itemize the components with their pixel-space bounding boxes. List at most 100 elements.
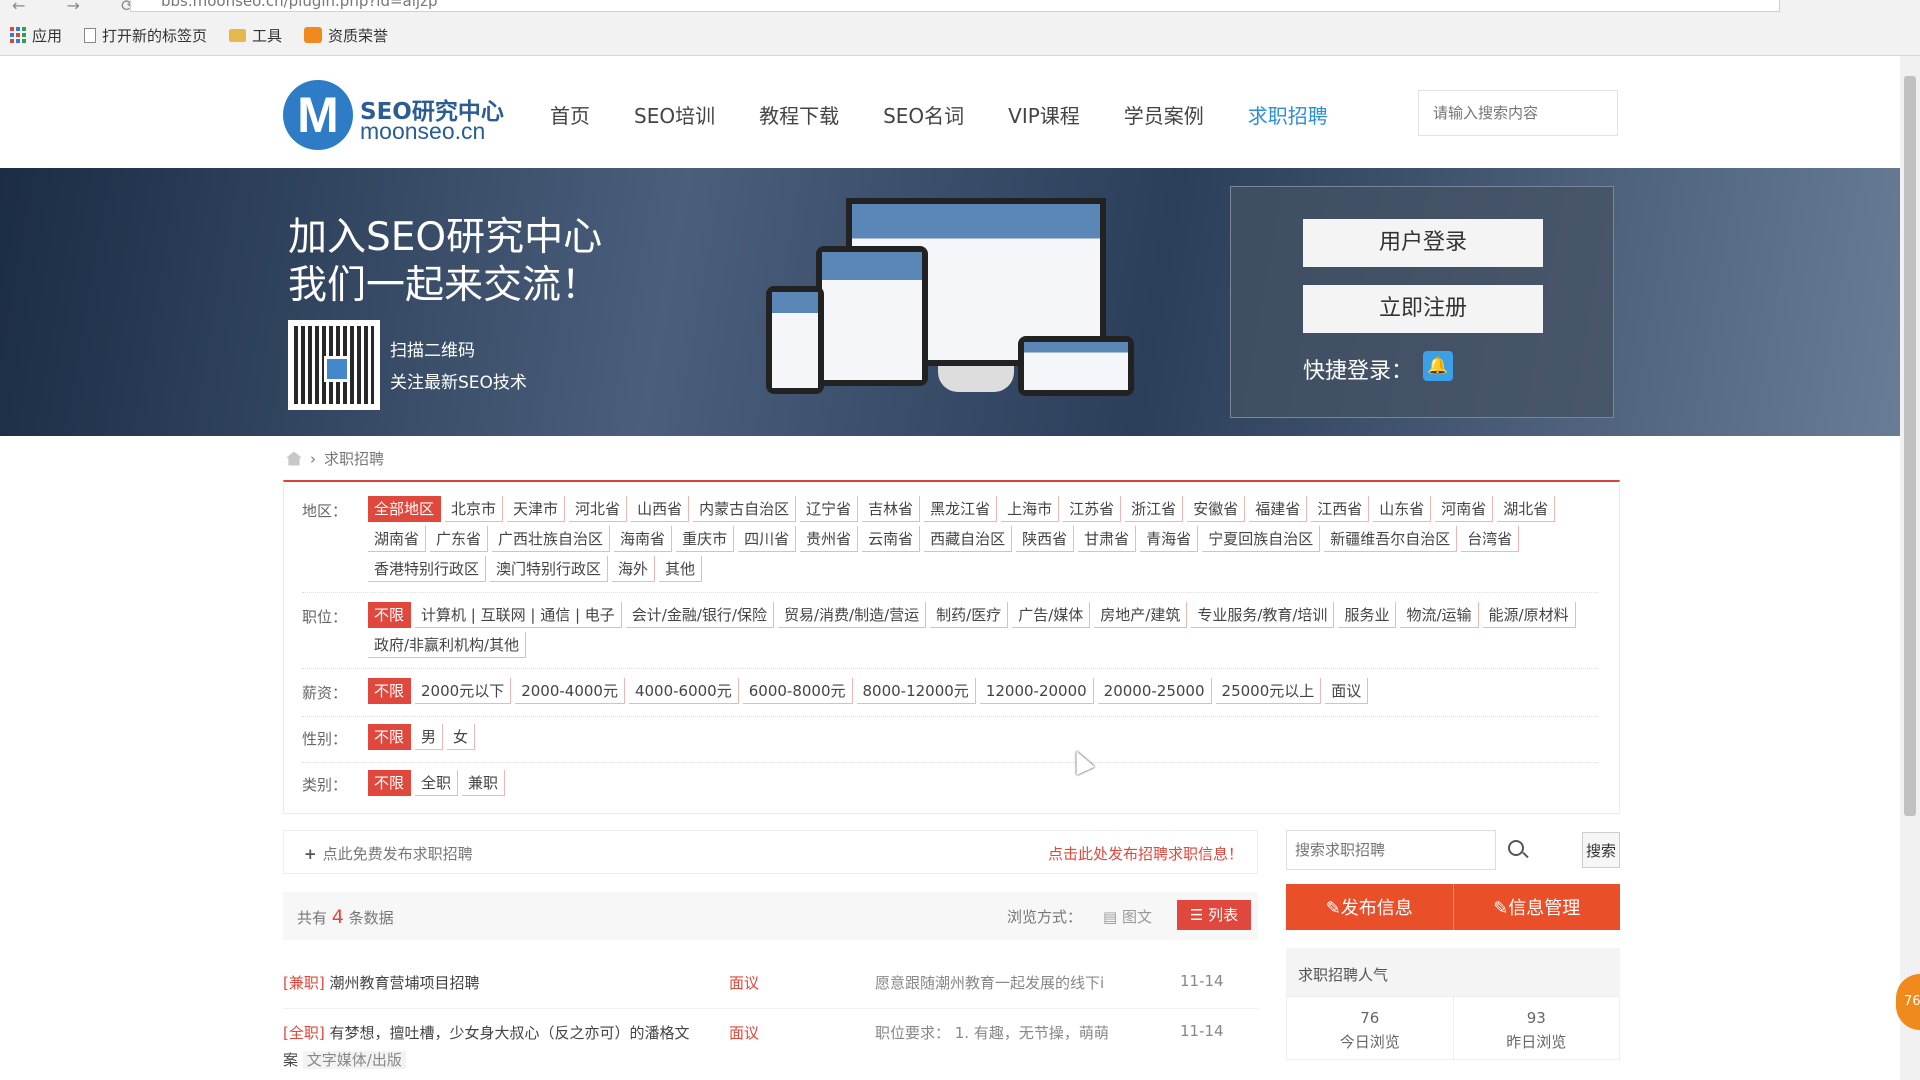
filter-option[interactable]: 辽宁省: [800, 496, 859, 522]
filter-option[interactable]: 12000-20000: [979, 678, 1094, 704]
filter-option[interactable]: 江西省: [1311, 496, 1370, 522]
filter-option[interactable]: 吉林省: [862, 496, 921, 522]
filter-option[interactable]: 2000元以下: [415, 678, 512, 704]
qq-login-icon[interactable]: 🔔: [1423, 351, 1453, 381]
filter-option[interactable]: 能源/原材料: [1482, 602, 1576, 628]
filter-option[interactable]: 广西壮族自治区: [492, 526, 611, 552]
login-button[interactable]: 用户登录: [1303, 219, 1543, 267]
nav-tutorial-download[interactable]: 教程下载: [759, 100, 839, 129]
filter-option[interactable]: 8000-12000元: [856, 678, 976, 704]
table-row[interactable]: [全职] 有梦想，擅吐槽，少女身大叔心（反之亦可）的潘格文 面议 职位要求： 1…: [283, 1022, 1258, 1070]
logo-text-en[interactable]: moonseo.cn: [360, 118, 485, 145]
logo-icon[interactable]: M: [283, 80, 353, 150]
publish-link[interactable]: 点击此处发布招聘求职信息！: [1048, 843, 1243, 864]
job-search-input[interactable]: [1286, 830, 1496, 870]
bookmark-apps[interactable]: 应用: [10, 25, 62, 46]
filter-option[interactable]: 面议: [1325, 678, 1369, 704]
page-scrollbar[interactable]: [1900, 56, 1920, 1080]
filter-option[interactable]: 不限: [368, 770, 412, 796]
filter-option[interactable]: 天津市: [507, 496, 566, 522]
filter-option[interactable]: 宁夏回族自治区: [1202, 526, 1321, 552]
filter-option[interactable]: 贸易/消费/制造/营运: [777, 602, 927, 628]
filter-option[interactable]: 女: [447, 724, 476, 750]
table-row[interactable]: [兼职] 潮州教育营埔项目招聘 面议 愿意跟随潮州教育一起发展的线下i 11-1…: [283, 972, 1258, 993]
address-bar[interactable]: bbs.moonseo.cn/plugin.php?id=aljzp: [130, 0, 1780, 12]
job-title[interactable]: 潮州教育营埔项目招聘: [330, 974, 480, 992]
filter-option[interactable]: 全部地区: [368, 496, 442, 522]
filter-option[interactable]: 河北省: [569, 496, 628, 522]
manage-info-button[interactable]: ✎信息管理: [1452, 884, 1621, 930]
filter-option[interactable]: 会计/金融/银行/保险: [625, 602, 774, 628]
filter-option[interactable]: 不限: [368, 724, 412, 750]
filter-option[interactable]: 内蒙古自治区: [693, 496, 797, 522]
site-search-input[interactable]: [1418, 90, 1618, 136]
filter-option[interactable]: 20000-25000: [1097, 678, 1212, 704]
filter-option[interactable]: 海南省: [614, 526, 673, 552]
filter-option[interactable]: 海外: [612, 556, 656, 582]
home-icon[interactable]: [286, 451, 302, 466]
free-post-link[interactable]: + 点此免费发布求职招聘: [304, 843, 473, 864]
filter-option[interactable]: 全职: [415, 770, 459, 796]
filter-option[interactable]: 其他: [659, 556, 703, 582]
breadcrumb-current[interactable]: 求职招聘: [324, 448, 384, 469]
filter-option[interactable]: 青海省: [1140, 526, 1199, 552]
filter-option[interactable]: 台湾省: [1461, 526, 1520, 552]
nav-vip-courses[interactable]: VIP课程: [1008, 100, 1080, 129]
filter-option[interactable]: 甘肃省: [1078, 526, 1137, 552]
nav-seo-training[interactable]: SEO培训: [634, 100, 715, 129]
filter-option[interactable]: 澳门特别行政区: [490, 556, 609, 582]
filter-option[interactable]: 云南省: [862, 526, 921, 552]
filter-option[interactable]: 2000-4000元: [515, 678, 625, 704]
filter-option[interactable]: 上海市: [1001, 496, 1060, 522]
filter-option[interactable]: 福建省: [1249, 496, 1308, 522]
nav-seo-terms[interactable]: SEO名词: [883, 100, 964, 129]
register-button[interactable]: 立即注册: [1303, 285, 1543, 333]
bookmark-honors[interactable]: 资质荣誉: [304, 25, 388, 46]
filter-option[interactable]: 男: [415, 724, 444, 750]
filter-option[interactable]: 湖南省: [368, 526, 427, 552]
filter-option[interactable]: 制药/医疗: [930, 602, 1009, 628]
filter-option[interactable]: 河南省: [1435, 496, 1494, 522]
filter-option[interactable]: 广东省: [430, 526, 489, 552]
job-search-button[interactable]: 搜索: [1582, 832, 1620, 868]
filter-option[interactable]: 重庆市: [676, 526, 735, 552]
filter-option[interactable]: 物流/运输: [1400, 602, 1479, 628]
filter-option[interactable]: 四川省: [738, 526, 797, 552]
filter-option[interactable]: 兼职: [462, 770, 506, 796]
nav-home[interactable]: 首页: [550, 100, 590, 129]
filter-option[interactable]: 西藏自治区: [924, 526, 1013, 552]
filter-option[interactable]: 25000元以上: [1215, 678, 1322, 704]
bookmark-tools[interactable]: 工具: [229, 25, 282, 46]
filter-option[interactable]: 4000-6000元: [628, 678, 739, 704]
scrollbar-thumb[interactable]: [1904, 76, 1916, 816]
filter-option[interactable]: 安徽省: [1187, 496, 1246, 522]
view-list-button[interactable]: ☰ 列表: [1177, 900, 1251, 930]
filter-option[interactable]: 不限: [368, 602, 412, 628]
filter-option[interactable]: 黑龙江省: [924, 496, 998, 522]
filter-option[interactable]: 陕西省: [1016, 526, 1075, 552]
filter-option[interactable]: 山西省: [631, 496, 690, 522]
filter-option[interactable]: 专业服务/教育/培训: [1191, 602, 1335, 628]
filter-option[interactable]: 广告/媒体: [1012, 602, 1091, 628]
filter-option[interactable]: 计算机 | 互联网 | 通信 | 电子: [415, 602, 622, 628]
filter-option[interactable]: 不限: [368, 678, 412, 704]
filter-option[interactable]: 香港特别行政区: [368, 556, 487, 582]
filter-option[interactable]: 贵州省: [800, 526, 859, 552]
filter-option[interactable]: 服务业: [1338, 602, 1397, 628]
filter-option[interactable]: 江苏省: [1063, 496, 1122, 522]
nav-jobs[interactable]: 求职招聘: [1248, 100, 1328, 129]
filter-option[interactable]: 山东省: [1373, 496, 1432, 522]
filter-option[interactable]: 北京市: [445, 496, 504, 522]
nav-student-cases[interactable]: 学员案例: [1124, 100, 1204, 129]
search-icon[interactable]: [1508, 840, 1524, 856]
filter-option[interactable]: 6000-8000元: [742, 678, 853, 704]
filter-option[interactable]: 湖北省: [1497, 496, 1556, 522]
filter-option[interactable]: 房地产/建筑: [1094, 602, 1188, 628]
filter-option[interactable]: 新疆维吾尔自治区: [1324, 526, 1458, 552]
filter-option[interactable]: 政府/非赢利机构/其他: [368, 632, 527, 658]
publish-info-button[interactable]: ✎发布信息: [1286, 884, 1453, 930]
job-title[interactable]: 有梦想，擅吐槽，少女身大叔心（反之亦可）的潘格文: [330, 1024, 690, 1042]
view-picture-button[interactable]: ▤ 图文: [1103, 906, 1152, 927]
bookmark-new-tab[interactable]: 打开新的标签页: [84, 25, 207, 46]
filter-option[interactable]: 浙江省: [1125, 496, 1184, 522]
